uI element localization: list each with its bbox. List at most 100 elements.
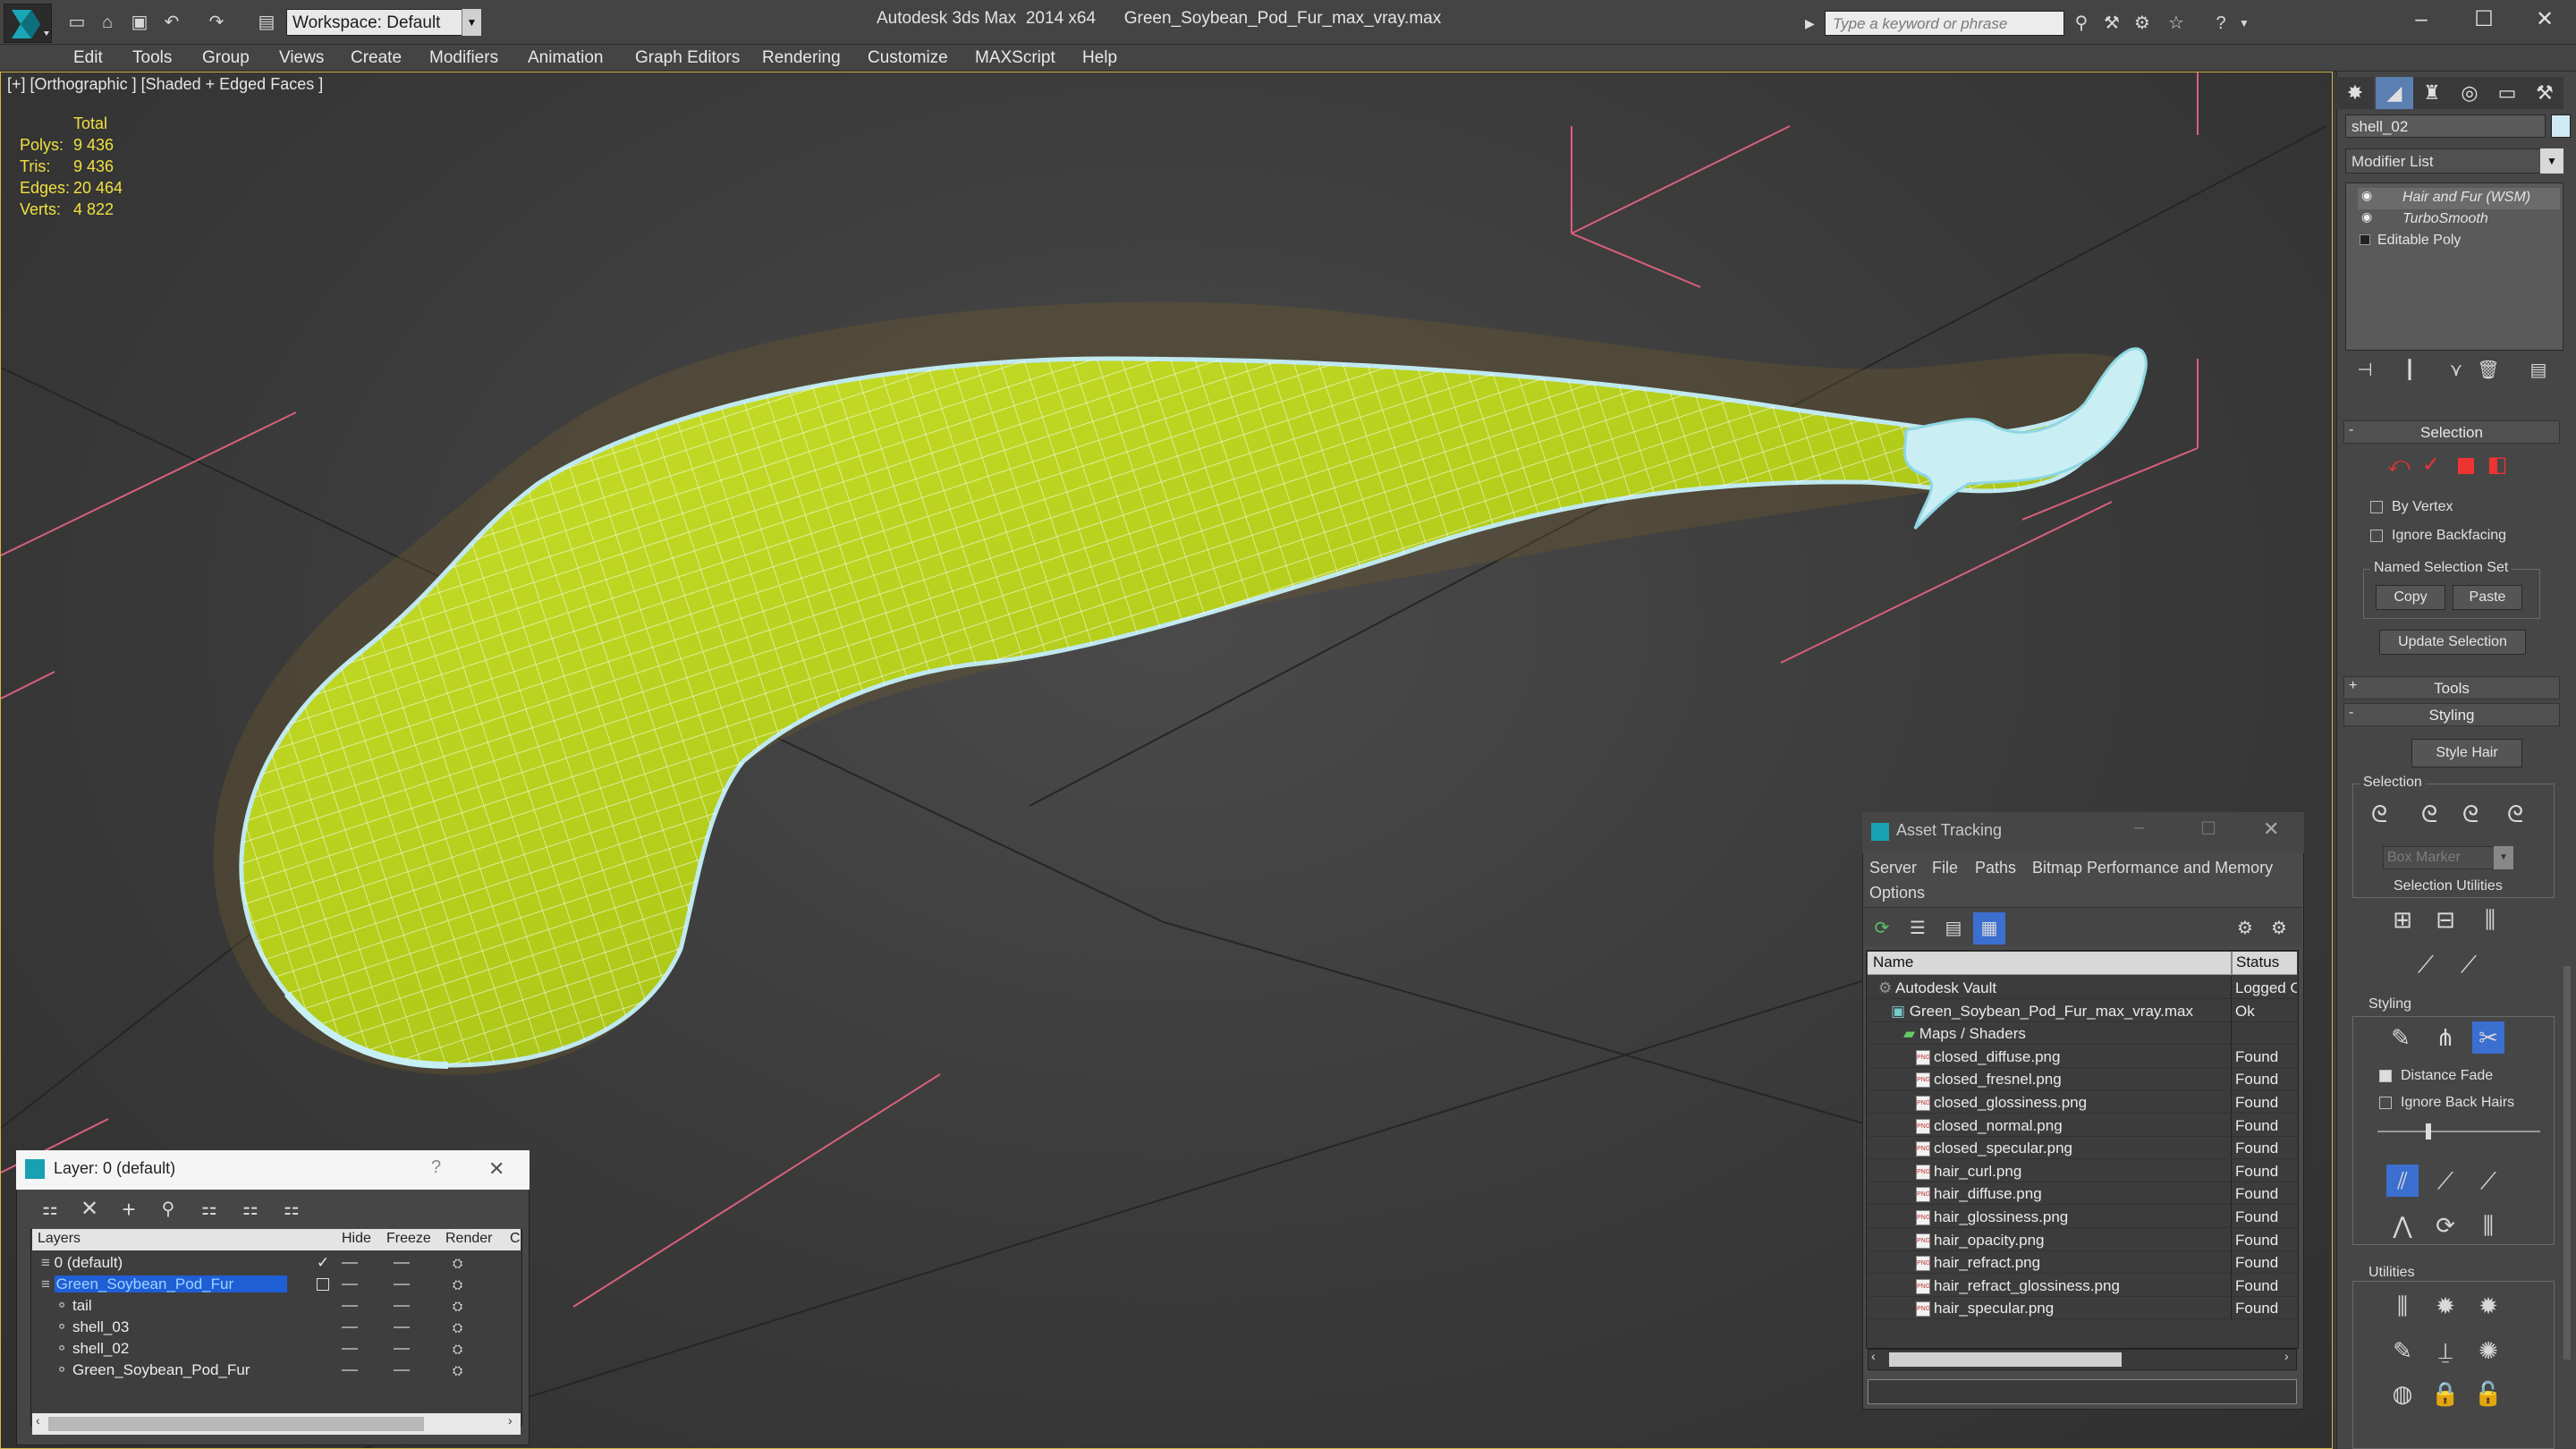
asset-close-button[interactable]: ✕	[2263, 818, 2279, 841]
asset-row[interactable]: PNG hair_glossiness.png Found	[1868, 1206, 2297, 1228]
paste-button[interactable]: Paste	[2453, 585, 2522, 610]
active-layer-check-icon[interactable]: ✓	[317, 1252, 329, 1274]
menu-customize[interactable]: Customize	[868, 45, 948, 72]
pop-selected-icon[interactable]: ✹	[2429, 1290, 2462, 1322]
by-vertex-checkbox[interactable]	[2370, 501, 2383, 513]
layer-column-render[interactable]: Render	[445, 1231, 492, 1247]
tools-rollout-header[interactable]: Tools	[2343, 676, 2560, 699]
table-view-icon[interactable]: ▦	[1973, 912, 2005, 945]
highlight-layer-icon[interactable]: ⚏	[193, 1193, 225, 1225]
render-teapot-icon[interactable]: ⛭	[453, 1252, 462, 1274]
hide-toggle[interactable]	[342, 1326, 358, 1328]
copy-button[interactable]: Copy	[2376, 585, 2445, 610]
translate-tool-icon[interactable]: ⫽	[2386, 1165, 2419, 1197]
render-teapot-icon[interactable]: ⛭	[453, 1274, 462, 1295]
render-teapot-icon[interactable]: ⛭	[453, 1338, 462, 1360]
new-file-icon[interactable]: ▭	[64, 11, 89, 34]
asset-row[interactable]: PNG hair_diffuse.png Found	[1868, 1182, 2297, 1206]
layer-help-button[interactable]: ?	[431, 1157, 441, 1178]
minimize-button[interactable]: –	[2390, 4, 2453, 36]
layer-scrollbar-thumb[interactable]	[48, 1417, 424, 1431]
menu-graph-editors[interactable]: Graph Editors	[635, 45, 740, 72]
help-icon[interactable]: ?	[2207, 11, 2234, 36]
workspace-dropdown[interactable]: Workspace: Default	[286, 9, 481, 36]
undo-icon[interactable]: ↶	[159, 11, 184, 34]
layer-close-button[interactable]: ✕	[488, 1157, 504, 1181]
asset-scrollbar-thumb[interactable]	[1889, 1352, 2122, 1367]
create-layer-icon[interactable]: ⚏	[34, 1193, 66, 1225]
rotate-tool-icon[interactable]: ⟳	[2429, 1209, 2462, 1241]
collapse-icon[interactable]: -	[2349, 705, 2353, 721]
reset-rest-icon[interactable]: ⍊	[2429, 1335, 2462, 1367]
chevron-down-icon[interactable]: ▼	[2494, 846, 2513, 869]
pop-zero-icon[interactable]: ✹	[2472, 1290, 2504, 1322]
rotate-selection-icon[interactable]: ⊟	[2429, 903, 2462, 936]
layer-column-layers[interactable]: Layers	[38, 1231, 80, 1247]
add-to-layer-icon[interactable]: +	[113, 1193, 145, 1225]
hide-toggle[interactable]	[342, 1284, 358, 1285]
clump-tool-icon[interactable]: ⋀	[2386, 1209, 2419, 1241]
collapse-icon[interactable]: -	[2349, 422, 2353, 438]
hide-toggle[interactable]	[342, 1369, 358, 1371]
asset-row[interactable]: ▰ Maps / Shaders	[1868, 1022, 2297, 1046]
layer-row[interactable]: ⚬ shell_03 ⛭	[32, 1317, 521, 1338]
redo-icon[interactable]: ↷	[204, 11, 229, 34]
modifier-list-dropdown[interactable]: Modifier List	[2345, 148, 2563, 174]
freeze-toggle[interactable]	[394, 1326, 410, 1328]
freeze-toggle[interactable]	[394, 1348, 410, 1350]
layer-row[interactable]: ≡ Green_Soybean_Pod_Fur ⛭	[32, 1274, 521, 1295]
asset-row[interactable]: PNG hair_refract_glossiness.png Found	[1868, 1274, 2297, 1297]
freeze-toggle[interactable]	[394, 1262, 410, 1264]
motion-tab-icon[interactable]: ◎	[2451, 77, 2488, 109]
ignore-back-hairs-checkbox[interactable]	[2379, 1097, 2392, 1109]
layer-column-color[interactable]: C	[510, 1231, 521, 1247]
favorites-star-icon[interactable]: ☆	[2163, 11, 2190, 36]
scale-tool-icon[interactable]: ⫼	[2472, 1209, 2504, 1241]
asset-row[interactable]: PNG hair_specular.png Found	[1868, 1297, 2297, 1320]
scroll-right-icon[interactable]: ›	[508, 1413, 513, 1428]
style-hair-button[interactable]: Style Hair	[2411, 739, 2522, 767]
binoculars-icon[interactable]: ⚲	[2068, 11, 2095, 36]
layer-row[interactable]: ⚬ shell_02 ⛭	[32, 1338, 521, 1360]
menu-tools[interactable]: Tools	[132, 45, 172, 72]
menu-views[interactable]: Views	[279, 45, 324, 72]
hide-toggle[interactable]	[342, 1305, 358, 1307]
freeze-toggle[interactable]	[394, 1369, 410, 1371]
stack-item-turbosmooth[interactable]: TurboSmooth	[2402, 209, 2488, 229]
asset-row[interactable]: PNG closed_glossiness.png Found	[1868, 1091, 2297, 1114]
toggle-hair-icon[interactable]: ◍	[2386, 1377, 2419, 1410]
asset-row[interactable]: PNG closed_specular.png Found	[1868, 1137, 2297, 1160]
search-expand-icon[interactable]: ▶	[1805, 13, 1821, 34]
save-file-icon[interactable]: ▣	[127, 11, 152, 34]
hair-select-a-icon[interactable]: ᘓ	[2363, 798, 2395, 830]
utilities-tab-icon[interactable]: ⚒	[2526, 77, 2563, 109]
create-tab-icon[interactable]: ✸	[2336, 77, 2374, 109]
hide-toggle[interactable]	[342, 1262, 358, 1264]
stack-item-editable-poly[interactable]: Editable Poly	[2377, 231, 2461, 250]
unlock-icon[interactable]: 🔓	[2472, 1377, 2504, 1410]
select-tool-icon[interactable]: ⋔	[2429, 1021, 2462, 1054]
asset-maximize-button[interactable]: ☐	[2200, 818, 2216, 840]
stand-tool-icon[interactable]: ⟋	[2429, 1165, 2462, 1197]
lightbulb-icon[interactable]: ◉	[2361, 188, 2372, 203]
scroll-left-icon[interactable]: ‹	[36, 1413, 40, 1428]
lightbulb-icon[interactable]: ◉	[2361, 209, 2372, 225]
menu-rendering[interactable]: Rendering	[762, 45, 841, 72]
render-teapot-icon[interactable]: ⛭	[453, 1360, 462, 1381]
brush-size-slider-handle[interactable]	[2426, 1123, 2431, 1140]
render-teapot-icon[interactable]: ⛭	[453, 1317, 462, 1338]
subscription-icon[interactable]: ⚒	[2098, 11, 2125, 36]
vault-options-icon[interactable]: ⚙	[2229, 912, 2261, 945]
hide-selected-icon[interactable]: ⟋	[2410, 948, 2442, 980]
hair-select-d-icon[interactable]: ᘓ	[2499, 798, 2531, 830]
menu-create[interactable]: Create	[351, 45, 402, 72]
list-view-icon[interactable]: ☰	[1902, 912, 1934, 945]
brush-size-slider[interactable]	[2377, 1131, 2540, 1132]
asset-path-field[interactable]	[1868, 1379, 2297, 1404]
toggle-collisions-icon[interactable]: ✺	[2472, 1335, 2504, 1367]
vault-login-icon[interactable]: ⚙	[2263, 912, 2295, 945]
menu-modifiers[interactable]: Modifiers	[429, 45, 498, 72]
object-name-field[interactable]: shell_02	[2345, 114, 2546, 138]
lock-icon[interactable]: 🔒	[2429, 1377, 2462, 1410]
asset-row[interactable]: PNG hair_opacity.png Found	[1868, 1228, 2297, 1251]
